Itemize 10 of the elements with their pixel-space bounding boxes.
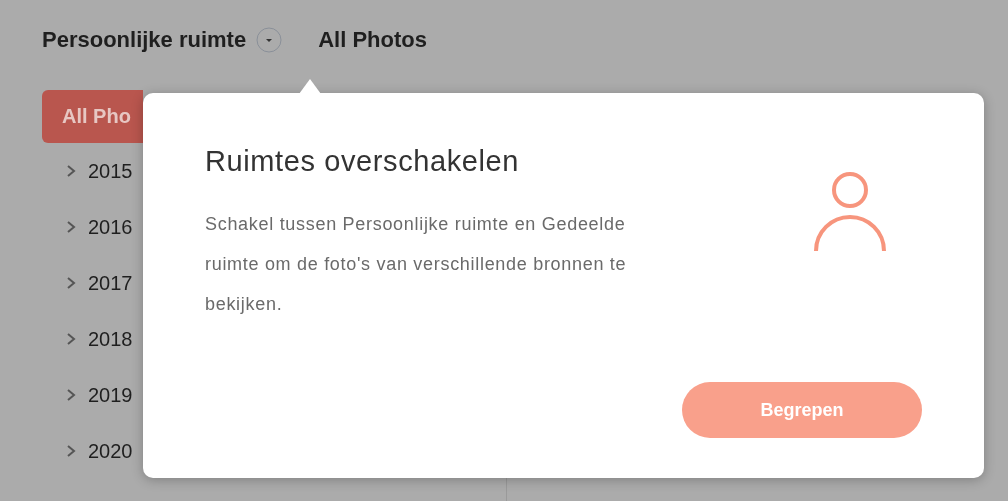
year-item[interactable]: 2019 (88, 383, 133, 407)
space-label[interactable]: Persoonlijke ruimte (42, 27, 247, 53)
year-item[interactable]: 2017 (88, 271, 133, 295)
year-item[interactable]: 2016 (88, 215, 133, 239)
year-item[interactable]: 2018 (88, 327, 133, 351)
popover-title: Ruimtes overschakelen (205, 145, 520, 178)
year-item[interactable]: 2020 (88, 439, 133, 463)
page-title: All Photos (318, 27, 427, 53)
year-item[interactable]: 2015 (88, 159, 133, 183)
popover-description: Schakel tussen Persoonlijke ruimte en Gedeelde ruimte om de foto's van verschillende bronnen te bekijken. (205, 213, 628, 316)
